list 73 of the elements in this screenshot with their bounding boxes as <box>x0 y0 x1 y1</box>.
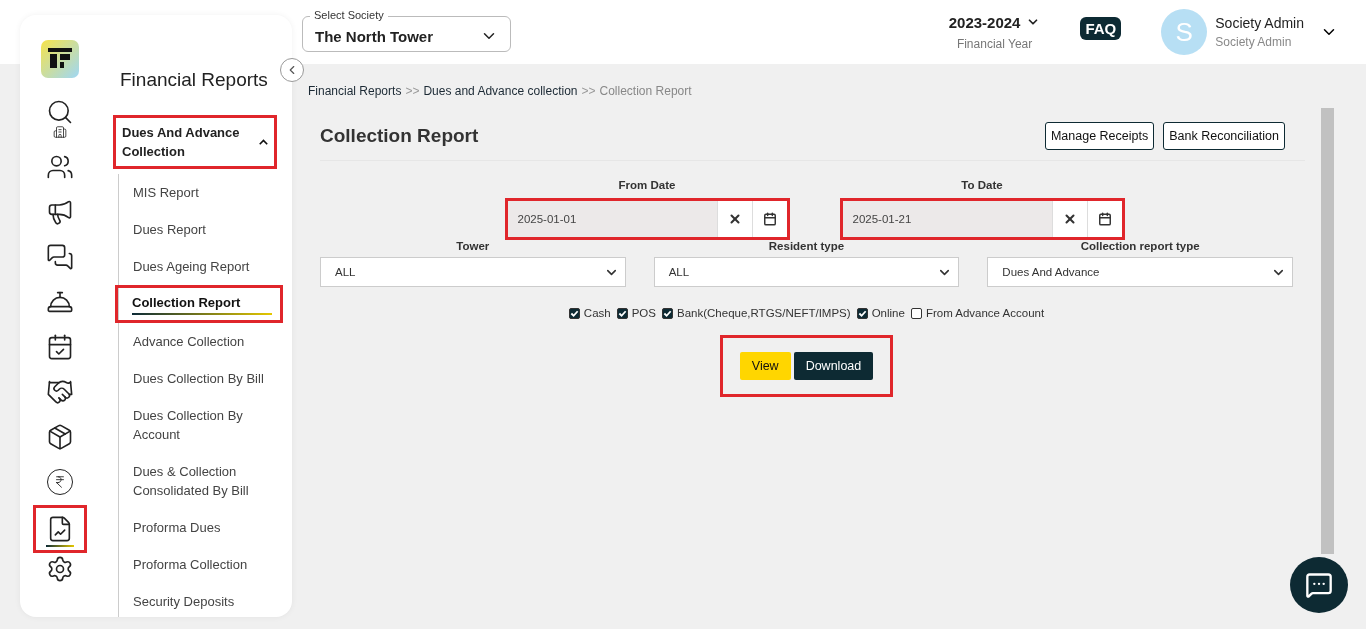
date-field[interactable]: 2025-01-01 <box>504 198 790 240</box>
checkbox[interactable] <box>910 307 922 319</box>
calendar-icon <box>46 333 74 361</box>
field-label: Tower <box>456 240 490 252</box>
clear-button[interactable] <box>716 201 752 237</box>
nav-item[interactable]: Collection Report <box>115 285 283 323</box>
download-button[interactable]: Download <box>793 352 874 380</box>
select-field[interactable]: ALL <box>320 257 626 287</box>
nav-item[interactable]: Security Deposits <box>131 583 279 617</box>
chat-button[interactable] <box>1290 557 1348 613</box>
megaphone-icon <box>46 198 74 226</box>
checkbox[interactable] <box>856 307 868 319</box>
collapse-button[interactable] <box>280 58 304 82</box>
checkbox-label: POS <box>631 307 656 319</box>
date-field[interactable]: 2025-01-21 <box>839 198 1125 240</box>
handshake-icon <box>46 378 74 406</box>
view-button[interactable]: View <box>739 352 791 380</box>
nav-item[interactable]: Dues Collection By Account <box>131 397 279 453</box>
checkbox[interactable] <box>662 307 673 319</box>
calendar-button[interactable] <box>1086 201 1122 237</box>
calendar-icon <box>762 212 777 226</box>
field-label: Resident type <box>768 240 845 252</box>
select-field[interactable]: ALL <box>653 257 960 287</box>
chevron-up-icon <box>259 138 268 146</box>
action-button[interactable]: Bank Reconciliation <box>1163 122 1285 150</box>
nav-item[interactable]: Dues Report <box>131 211 279 248</box>
calendar-icon <box>1097 212 1112 226</box>
checkbox-label: Online <box>871 307 905 319</box>
nav-item[interactable]: Dues & Collection Consolidated By Bill <box>131 453 279 509</box>
chat-icon <box>46 243 74 271</box>
nav-item[interactable]: Proforma Collection <box>131 546 279 583</box>
checkbox[interactable] <box>616 307 628 319</box>
app-logo <box>41 40 79 78</box>
breadcrumb-separator: >> <box>581 84 596 98</box>
select-field[interactable]: Dues And Advance <box>987 257 1293 287</box>
nav-item[interactable]: Advance Collection <box>131 323 279 360</box>
field-label: To Date <box>961 179 1003 191</box>
search-icon <box>46 98 74 126</box>
people-icon <box>46 153 74 181</box>
year-label: Financial Year <box>956 36 1033 51</box>
nav-group-header[interactable]: Dues And Advance Collection <box>113 115 277 169</box>
checkbox-label: Bank(Cheque,RTGS/NEFT/IMPS) <box>677 307 851 319</box>
chat-icon <box>1305 571 1333 599</box>
nav-item[interactable]: Proforma Dues <box>131 509 279 546</box>
calendar-button[interactable] <box>751 201 787 237</box>
checkbox[interactable] <box>568 307 580 319</box>
field-label: From Date <box>618 179 676 191</box>
field-label: Select Society <box>310 9 388 22</box>
scrollbar[interactable] <box>1321 108 1334 554</box>
clear-icon <box>727 212 742 226</box>
breadcrumb-separator: >> <box>405 84 420 98</box>
field-label: Collection report type <box>1080 240 1200 252</box>
faq-button[interactable]: FAQ <box>1080 16 1122 40</box>
user-role: Society Admin <box>1215 35 1293 49</box>
checkbox-label: Cash <box>583 307 611 319</box>
avatar: S <box>1161 9 1208 55</box>
breadcrumb-link[interactable]: Financial Reports <box>308 84 402 98</box>
action-button[interactable]: Manage Receipts <box>1044 122 1155 150</box>
building-icon <box>53 125 67 139</box>
settings-icon <box>46 555 74 583</box>
nav-item[interactable]: MIS Report <box>131 174 279 211</box>
nav-button[interactable] <box>33 505 87 553</box>
clear-button[interactable] <box>1051 201 1087 237</box>
nav-item[interactable]: Dues Collection By Bill <box>131 360 279 397</box>
user-name: Society Admin <box>1215 15 1304 31</box>
year-select[interactable]: 2023-2024 <box>948 13 1041 31</box>
nav-item[interactable]: Dues Ageing Report <box>131 248 279 285</box>
box-icon <box>46 423 74 451</box>
page-title: Collection Report <box>320 125 479 147</box>
clear-icon <box>1062 212 1077 226</box>
breadcrumb-link[interactable]: Dues and Advance collection <box>423 84 578 98</box>
sidebar-title: Financial Reports <box>120 69 269 91</box>
checkbox-label: From Advance Account <box>925 307 1045 319</box>
